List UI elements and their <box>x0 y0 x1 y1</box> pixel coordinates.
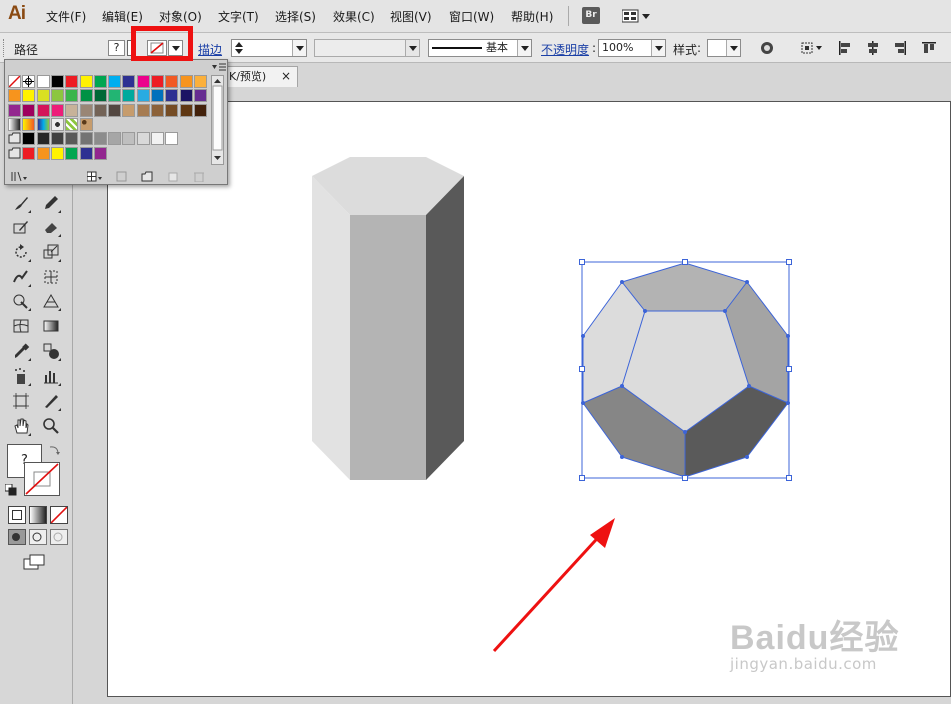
swatch-gray-6[interactable] <box>108 132 122 146</box>
swatch-row3-11[interactable] <box>165 103 179 117</box>
red-annotation-arrow <box>492 518 615 653</box>
folder-icon[interactable] <box>8 132 21 146</box>
new-swatch-icon[interactable] <box>167 171 179 182</box>
swatch-group-0[interactable] <box>22 146 36 160</box>
swatch-gray-1[interactable] <box>36 132 50 146</box>
swatch-row3-10[interactable] <box>151 103 164 117</box>
swatch-row3-5[interactable] <box>79 103 93 117</box>
swatch-row2-2[interactable] <box>36 89 50 103</box>
swatch-row3-4[interactable] <box>65 103 79 117</box>
swatch-row2-12[interactable] <box>179 89 193 103</box>
watermark-logo: Baidu经验 <box>730 619 900 657</box>
swatch-row3-9[interactable] <box>136 103 150 117</box>
swatch-row1-11[interactable] <box>193 75 207 88</box>
swatch-row3-0[interactable] <box>8 103 21 117</box>
new-color-group-icon[interactable] <box>141 171 153 182</box>
swatch-row2-3[interactable] <box>50 89 64 103</box>
swatch-row2-1[interactable] <box>22 89 36 103</box>
swatch-group-1[interactable] <box>36 146 50 160</box>
swatch-row1-8[interactable] <box>151 75 164 88</box>
swatch-row3-12[interactable] <box>179 103 193 117</box>
swatch-pattern-green[interactable] <box>65 117 79 131</box>
folder-icon[interactable] <box>8 146 21 160</box>
swatch-gray-7[interactable] <box>122 132 136 146</box>
swatch-row1-3[interactable] <box>79 75 93 88</box>
swatch-row2-5[interactable] <box>79 89 93 103</box>
swatch-row3-1[interactable] <box>22 103 36 117</box>
swatch-row1-0[interactable] <box>36 75 50 88</box>
swatch-gray-0[interactable] <box>22 132 36 146</box>
highlight-annotation-box <box>131 26 193 61</box>
swatch-row1-5[interactable] <box>108 75 122 88</box>
swatch-row3-2[interactable] <box>36 103 50 117</box>
watermark-url: jingyan.baidu.com <box>730 655 877 673</box>
swatch-row1-7[interactable] <box>136 75 150 88</box>
dodecahedron[interactable] <box>581 261 790 479</box>
swatch-row1-6[interactable] <box>122 75 136 88</box>
swatch-pattern-leopard[interactable] <box>79 117 93 131</box>
swatch-group-2[interactable] <box>50 146 64 160</box>
none-swatch-icon[interactable] <box>8 75 21 88</box>
swatch-footer <box>5 169 227 185</box>
swatch-row3-3[interactable] <box>50 103 64 117</box>
swatch-gray-2[interactable] <box>50 132 64 146</box>
swatch-grid <box>8 75 209 167</box>
swatch-gradient-white-black[interactable] <box>8 117 21 131</box>
swatch-row1-1[interactable] <box>50 75 64 88</box>
swatch-gray-4[interactable] <box>79 132 93 146</box>
swatch-group-3[interactable] <box>65 146 79 160</box>
swatch-row2-7[interactable] <box>108 89 122 103</box>
swatch-row2-13[interactable] <box>193 89 207 103</box>
swatch-group-4[interactable] <box>79 146 93 160</box>
swatches-popup-panel <box>4 59 228 185</box>
swatch-gray-10[interactable] <box>165 132 179 146</box>
swatch-row2-10[interactable] <box>151 89 164 103</box>
swatch-row3-7[interactable] <box>108 103 122 117</box>
swatch-row3-8[interactable] <box>122 103 136 117</box>
swatch-gray-8[interactable] <box>136 132 150 146</box>
baidu-watermark: Baidu经验 jingyan.baidu.com <box>730 610 899 673</box>
swatch-row1-4[interactable] <box>93 75 107 88</box>
swatch-row1-10[interactable] <box>179 75 193 88</box>
swatch-gray-5[interactable] <box>93 132 107 146</box>
swatch-row2-9[interactable] <box>136 89 150 103</box>
swatch-row2-0[interactable] <box>8 89 21 103</box>
show-swatch-kinds-icon[interactable] <box>86 171 103 182</box>
swatch-gray-9[interactable] <box>151 132 164 146</box>
swatch-gray-3[interactable] <box>65 132 79 146</box>
swatch-row2-6[interactable] <box>93 89 107 103</box>
panel-menu-icon[interactable] <box>211 62 227 72</box>
swatch-libraries-menu-icon[interactable] <box>11 171 29 182</box>
swatch-row2-8[interactable] <box>122 89 136 103</box>
swatch-group-5[interactable] <box>93 146 107 160</box>
swatch-options-icon[interactable] <box>116 171 128 182</box>
swatch-row3-6[interactable] <box>93 103 107 117</box>
swatch-row2-4[interactable] <box>65 89 79 103</box>
swatch-gradient-orange[interactable] <box>22 117 36 131</box>
swatch-gradient-rainbow[interactable] <box>36 117 50 131</box>
swatch-row2-11[interactable] <box>165 89 179 103</box>
swatch-row1-9[interactable] <box>165 75 179 88</box>
swatch-pattern-dots[interactable] <box>50 117 64 131</box>
hexagonal-prism[interactable] <box>312 157 464 480</box>
swatch-scrollbar[interactable] <box>211 75 224 165</box>
registration-icon[interactable] <box>22 75 36 88</box>
swatch-row1-2[interactable] <box>65 75 79 88</box>
swatch-row3-13[interactable] <box>193 103 207 117</box>
delete-swatch-icon[interactable] <box>193 171 205 183</box>
